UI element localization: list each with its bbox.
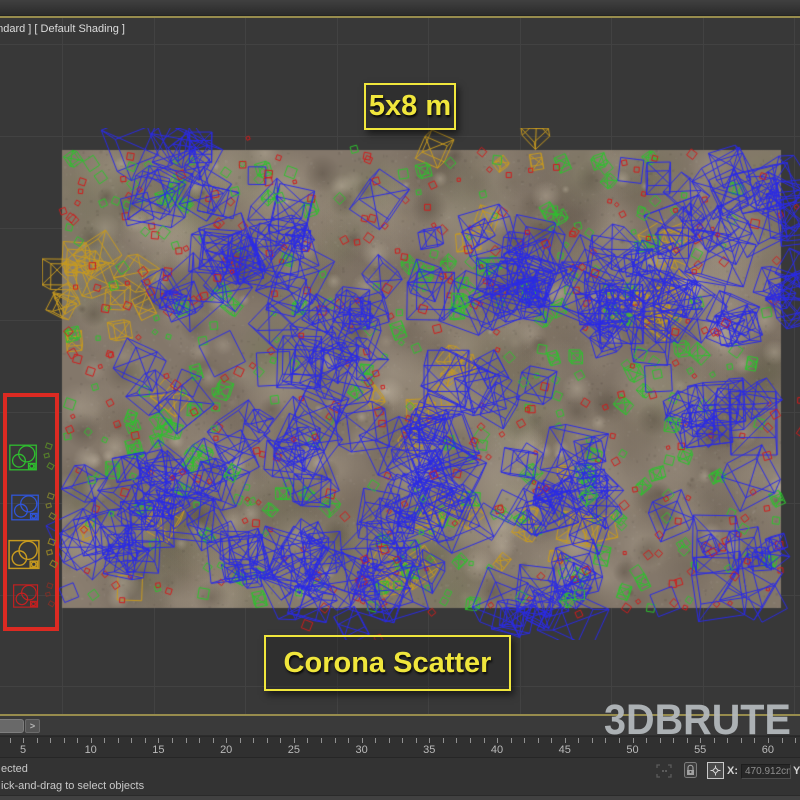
timeline-tick-label: 15 <box>152 744 164 756</box>
timeline-tick <box>199 738 200 743</box>
timeline-tick <box>362 738 363 743</box>
timeline-tick <box>172 738 173 743</box>
absolute-mode-icon <box>710 765 721 776</box>
timeline-tick <box>118 738 119 743</box>
source-object-orange-sprigs-icon <box>45 537 59 572</box>
timeline-tick <box>497 738 498 743</box>
timeline-tick <box>50 738 51 743</box>
source-object-green-icon <box>8 442 39 473</box>
scatter-plane-canvas[interactable] <box>42 128 800 640</box>
top-bar <box>0 0 800 16</box>
timeline-tick <box>64 738 65 743</box>
timeline-tick-label: 55 <box>694 744 706 756</box>
timeline-tick <box>280 738 281 743</box>
timeline-tick <box>186 738 187 743</box>
size-annotation-text: 5x8 m <box>369 90 451 123</box>
timeline-tick <box>321 738 322 743</box>
timeline-tick <box>158 738 159 743</box>
timeline-tick <box>470 738 471 743</box>
timeline-tick <box>131 738 132 743</box>
source-object-blue-sprigs-icon <box>44 492 58 523</box>
source-object-red-sprigs-icon <box>43 582 57 610</box>
source-object-green-sprigs-icon <box>42 442 56 473</box>
source-object-orange-icon <box>7 537 42 572</box>
timeline-tick <box>456 738 457 743</box>
status-bar: ected ick-and-drag to select objects <box>0 757 800 800</box>
timeline-tick <box>77 738 78 743</box>
timeline-tick <box>253 738 254 743</box>
timeline-tick <box>240 738 241 743</box>
active-viewport-border-top <box>0 16 800 18</box>
timeline-tick <box>565 738 566 743</box>
timeline-tick <box>443 738 444 743</box>
timeline-tick <box>335 738 336 743</box>
timeline-tick <box>389 738 390 743</box>
source-object-red-icon <box>12 582 40 610</box>
timeline-tick <box>511 738 512 743</box>
timeline-tick-label: 25 <box>288 744 300 756</box>
timeline-tick <box>578 738 579 743</box>
timeline-tick <box>23 738 24 743</box>
source-object-blue-icon <box>10 492 41 523</box>
timeline-tick <box>429 738 430 743</box>
timeline-tick <box>91 738 92 743</box>
grid-line-horizontal <box>0 44 800 45</box>
timeline-tick-label: 30 <box>355 744 367 756</box>
timeline-tick <box>348 738 349 743</box>
timeline-tick <box>213 738 214 743</box>
source-object-green[interactable] <box>8 442 56 473</box>
timeline-tick <box>484 738 485 743</box>
source-object-red[interactable] <box>12 582 57 610</box>
timeline-tick <box>592 738 593 743</box>
timeline-tick-label: 20 <box>220 744 232 756</box>
timeline-tick <box>226 738 227 743</box>
x-coordinate-label: X: <box>727 765 738 777</box>
corona-scatter-annotation-text: Corona Scatter <box>284 647 492 680</box>
timeline-tick <box>416 738 417 743</box>
watermark-logo: 3DBRUTE <box>604 696 791 745</box>
timeline-tick <box>37 738 38 743</box>
timeline-tick <box>294 738 295 743</box>
status-prompt-line2: ick-and-drag to select objects <box>1 780 144 792</box>
status-bar-bottom-strip <box>0 795 800 800</box>
time-slider-handle[interactable] <box>0 719 24 733</box>
timeline-tick <box>551 738 552 743</box>
timeline-tick-label: 40 <box>491 744 503 756</box>
timeline-tick <box>402 738 403 743</box>
timeline-tick <box>307 738 308 743</box>
corona-scatter-annotation: Corona Scatter <box>264 635 511 691</box>
timeline-tick <box>538 738 539 743</box>
timeline-tick-label: 5 <box>20 744 26 756</box>
source-object-blue[interactable] <box>10 492 58 523</box>
selection-lock-icon[interactable] <box>684 762 697 783</box>
status-prompt-line1: ected <box>1 763 28 775</box>
transform-gizmo-icon <box>656 764 672 783</box>
timeline-tick-label: 45 <box>559 744 571 756</box>
timeline-tick-label: 35 <box>423 744 435 756</box>
timeline-tick <box>524 738 525 743</box>
timeline-tick <box>104 738 105 743</box>
timeline-tick <box>10 738 11 743</box>
timeline-tick <box>145 738 146 743</box>
y-coordinate-label: Y: <box>793 765 800 777</box>
next-frame-button[interactable]: > <box>25 719 40 733</box>
size-annotation: 5x8 m <box>364 83 456 130</box>
timeline-tick-label: 60 <box>762 744 774 756</box>
timeline-tick <box>795 738 796 743</box>
timeline-tick-label: 10 <box>85 744 97 756</box>
application-window: 5x8 m Corona Scatter andard ] [ Default … <box>0 0 800 800</box>
timeline-tick <box>375 738 376 743</box>
source-objects-highlight-box <box>3 393 59 631</box>
viewport-shading-label[interactable]: andard ] [ Default Shading ] <box>0 23 125 35</box>
source-object-orange[interactable] <box>7 537 59 572</box>
x-coordinate-field[interactable]: 470.912cm <box>741 764 791 779</box>
absolute-mode-button[interactable] <box>707 762 724 779</box>
timeline-tick <box>267 738 268 743</box>
timeline-tick-label: 50 <box>626 744 638 756</box>
